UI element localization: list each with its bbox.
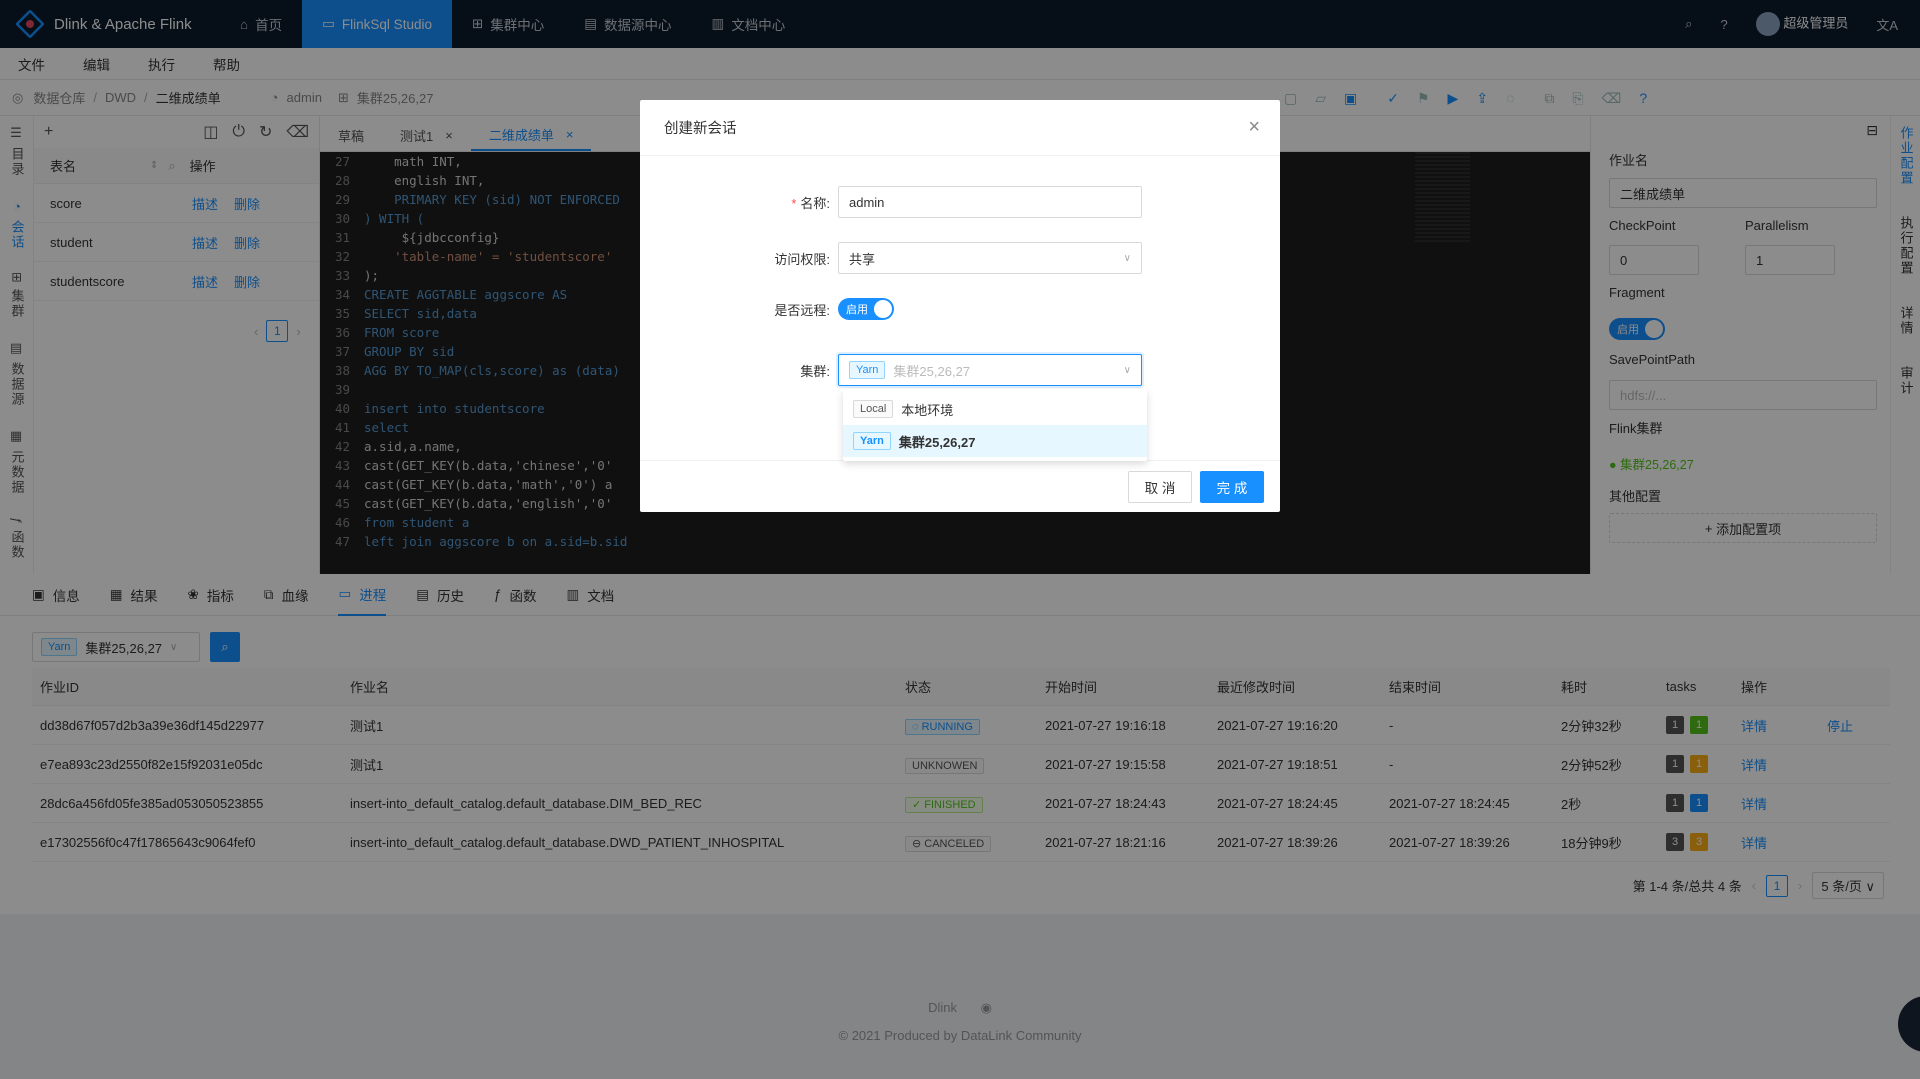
chevron-down-icon: ∨ bbox=[1123, 364, 1131, 376]
cluster-dropdown: Local 本地环境 Yarn 集群25,26,27 bbox=[843, 389, 1147, 461]
ok-button[interactable]: 完 成 bbox=[1200, 471, 1264, 503]
dialog-footer: 取 消 完 成 bbox=[640, 460, 1280, 512]
form-row-remote: 是否远程: 启用 bbox=[640, 298, 1280, 320]
access-select[interactable]: 共享 ∨ bbox=[838, 242, 1142, 274]
form-row-access: 访问权限: 共享 ∨ bbox=[640, 242, 1280, 274]
cluster-select[interactable]: Yarn 集群25,26,27 ∨ bbox=[838, 354, 1142, 386]
remote-switch[interactable]: 启用 bbox=[838, 298, 894, 320]
session-name-input[interactable]: admin bbox=[838, 186, 1142, 218]
chevron-down-icon: ∨ bbox=[1123, 252, 1131, 264]
option-yarn-cluster[interactable]: Yarn 集群25,26,27 bbox=[843, 425, 1147, 457]
close-icon[interactable]: × bbox=[1248, 116, 1260, 139]
form-row-name: * 名称: admin bbox=[640, 186, 1280, 218]
cancel-button[interactable]: 取 消 bbox=[1128, 471, 1192, 503]
option-local[interactable]: Local 本地环境 bbox=[843, 393, 1147, 425]
form-row-cluster: 集群: Yarn 集群25,26,27 ∨ bbox=[640, 354, 1280, 386]
dialog-title: 创建新会话 bbox=[640, 100, 1280, 156]
